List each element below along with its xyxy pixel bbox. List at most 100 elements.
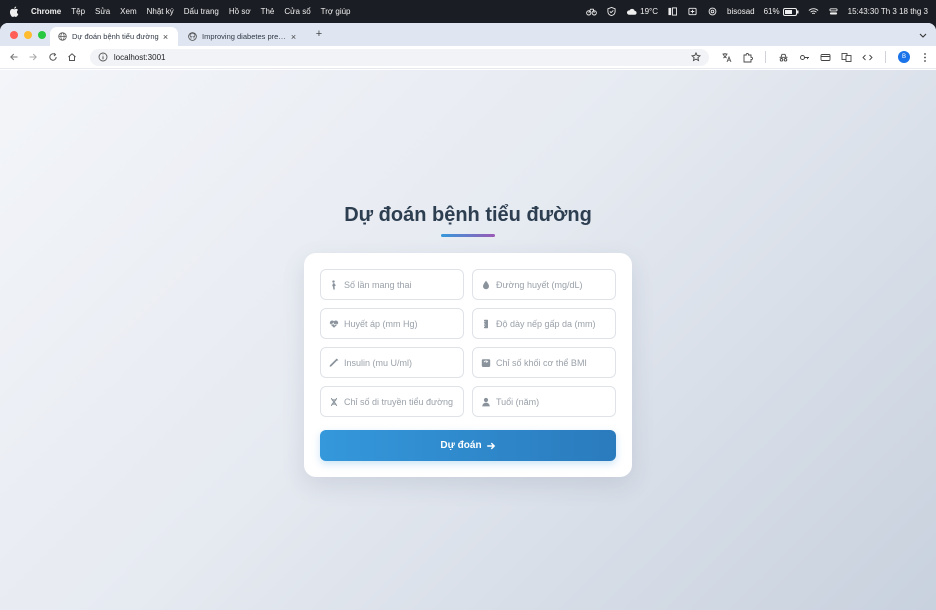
arrow-right-icon (29, 53, 38, 61)
blood-pressure-field[interactable] (320, 308, 464, 339)
ruler-icon (481, 319, 491, 329)
glucose-input[interactable] (496, 279, 607, 290)
openai-icon[interactable] (707, 7, 718, 16)
menu-tab[interactable]: Thẻ (261, 7, 275, 16)
user-icon (481, 397, 491, 407)
browser-toolbar: localhost:3001 B (0, 46, 936, 69)
menu-edit[interactable]: Sửa (95, 7, 110, 16)
weather-temp: 19°C (640, 7, 659, 16)
home-icon (68, 53, 76, 61)
toolbar-divider (885, 51, 887, 63)
predict-button-label: Dự đoán (440, 440, 482, 451)
dna-icon (329, 397, 339, 407)
password-key-icon[interactable] (799, 52, 810, 63)
incognito-icon[interactable] (778, 52, 789, 63)
tab-title: Improving diabetes prediction (202, 32, 289, 41)
tab-inactive[interactable]: Improving diabetes prediction × (180, 27, 306, 46)
menu-profiles[interactable]: Hồ sơ (229, 7, 251, 16)
menu-bookmarks[interactable]: Dấu trang (184, 7, 219, 16)
bmi-input[interactable] (496, 357, 607, 368)
translate-extension-icon[interactable] (721, 52, 732, 63)
forward-button[interactable] (25, 49, 40, 65)
browser-window: Dự đoán bệnh tiểu đường × Improving diab… (0, 23, 936, 610)
cloud-icon (627, 8, 637, 15)
arrow-right-icon (486, 442, 495, 449)
insulin-input[interactable] (344, 357, 455, 368)
arrow-left-icon (9, 53, 18, 61)
github-icon (188, 32, 197, 41)
window-controls (10, 31, 46, 39)
age-input[interactable] (496, 396, 607, 407)
menubar-status-area: 19°C bisosad 61% 15:43:30 Th 3 18 thg 3 (586, 7, 928, 16)
weather-widget[interactable]: 19°C (626, 7, 658, 16)
stage-manager-icon[interactable] (667, 7, 678, 16)
skin-thickness-input[interactable] (496, 318, 607, 329)
profile-avatar[interactable]: B (898, 51, 911, 63)
close-tab-icon[interactable]: × (289, 32, 298, 42)
screen-mirror-icon[interactable] (687, 7, 698, 16)
home-button[interactable] (64, 49, 79, 65)
shield-icon[interactable] (606, 7, 617, 16)
new-tab-button[interactable]: + (312, 28, 326, 40)
diabetes-pedigree-input[interactable] (344, 396, 455, 407)
page-title: Dự đoán bệnh tiểu đường (344, 204, 592, 226)
url-text: localhost:3001 (113, 52, 166, 62)
glucose-field[interactable] (472, 269, 616, 300)
blood-pressure-input[interactable] (344, 318, 455, 329)
age-field[interactable] (472, 386, 616, 417)
battery-percent: 61% (763, 7, 780, 16)
menu-help[interactable]: Trợ giúp (321, 7, 351, 16)
menu-history[interactable]: Nhật ký (147, 7, 174, 16)
reload-button[interactable] (45, 49, 60, 65)
bookmark-star-icon[interactable] (691, 52, 702, 62)
title-underline (441, 234, 495, 237)
back-button[interactable] (6, 49, 21, 65)
address-bar[interactable]: localhost:3001 (89, 48, 710, 66)
pregnancies-field[interactable] (320, 269, 464, 300)
heart-pulse-icon (329, 319, 339, 329)
tab-title: Dự đoán bệnh tiểu đường (72, 32, 159, 41)
menu-window[interactable]: Cửa sổ (284, 7, 310, 16)
site-info-icon[interactable] (98, 52, 108, 62)
diabetes-pedigree-field[interactable] (320, 386, 464, 417)
chevron-down-icon[interactable] (918, 30, 928, 40)
close-tab-icon[interactable]: × (161, 32, 170, 42)
translate-page-icon[interactable] (841, 52, 852, 63)
globe-icon (58, 32, 67, 41)
user-name[interactable]: bisosad (727, 7, 755, 16)
battery-indicator[interactable]: 61% (764, 7, 799, 16)
bmi-field[interactable] (472, 347, 616, 378)
puzzle-extension-icon[interactable] (742, 52, 753, 63)
more-menu-icon[interactable] (920, 51, 930, 63)
skin-thickness-field[interactable] (472, 308, 616, 339)
bike-icon[interactable] (586, 7, 597, 16)
menu-app-name[interactable]: Chrome (31, 7, 61, 16)
close-window-button[interactable] (10, 31, 18, 39)
toolbar-divider (765, 51, 767, 63)
pregnant-icon (329, 279, 339, 290)
droplet-icon (481, 280, 491, 290)
prediction-form: Dự đoán (304, 253, 632, 477)
maximize-window-button[interactable] (38, 31, 46, 39)
clock[interactable]: 15:43:30 Th 3 18 thg 3 (848, 7, 928, 16)
predict-button[interactable]: Dự đoán (320, 430, 616, 461)
extensions-area: B (721, 51, 930, 63)
control-center-icon[interactable] (828, 7, 839, 16)
macos-menu-bar: Chrome Tệp Sửa Xem Nhật ký Dấu trang Hồ … (0, 0, 936, 23)
menu-view[interactable]: Xem (120, 7, 136, 16)
minimize-window-button[interactable] (24, 31, 32, 39)
syringe-icon (329, 357, 339, 368)
code-icon[interactable] (862, 52, 873, 63)
menu-file[interactable]: Tệp (71, 7, 85, 16)
payment-card-icon[interactable] (820, 52, 831, 63)
page-content: Dự đoán bệnh tiểu đường Số lần mang thai… (0, 70, 936, 610)
pregnancies-input[interactable] (344, 279, 455, 290)
apple-icon[interactable] (8, 6, 20, 18)
scale-icon (481, 358, 491, 368)
reload-icon (48, 52, 57, 61)
wifi-icon[interactable] (808, 7, 819, 16)
tab-strip: Dự đoán bệnh tiểu đường × Improving diab… (0, 23, 936, 46)
insulin-field[interactable] (320, 347, 464, 378)
battery-icon (782, 7, 799, 16)
tab-active[interactable]: Dự đoán bệnh tiểu đường × (50, 27, 178, 46)
